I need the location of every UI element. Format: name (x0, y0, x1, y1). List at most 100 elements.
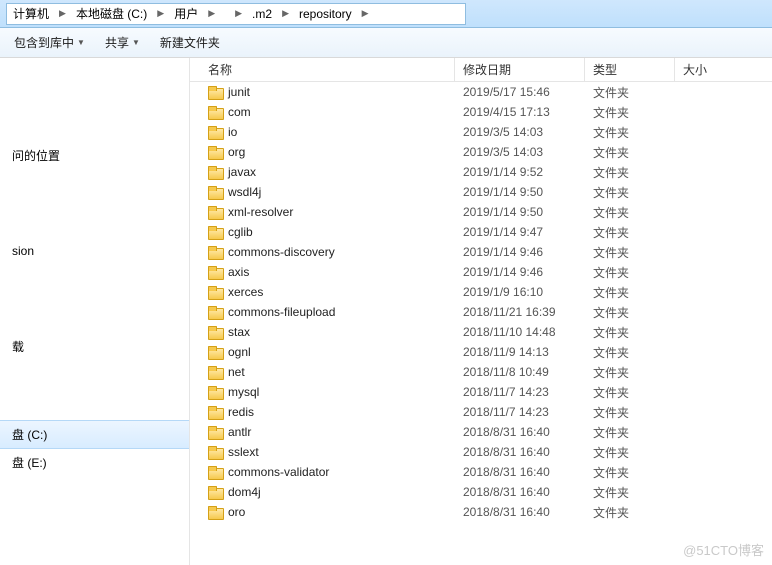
sidebar-item[interactable]: 盘 (C:) (0, 420, 189, 449)
table-row[interactable]: commons-fileupload2018/11/21 16:39文件夹 (190, 302, 772, 322)
cell-type: 文件夹 (585, 284, 675, 301)
column-header-size[interactable]: 大小 (675, 58, 772, 81)
table-row[interactable]: stax2018/11/10 14:48文件夹 (190, 322, 772, 342)
chevron-right-icon[interactable]: ▶ (153, 8, 168, 19)
file-name: xerces (228, 285, 263, 299)
table-row[interactable]: wsdl4j2019/1/14 9:50文件夹 (190, 182, 772, 202)
chevron-right-icon[interactable]: ▶ (358, 8, 373, 19)
sidebar-item[interactable]: 盘 (E:) (0, 449, 189, 476)
cell-date: 2018/11/7 14:23 (455, 405, 585, 419)
table-row[interactable]: xml-resolver 2019/1/14 9:50文件夹 (190, 202, 772, 222)
table-row[interactable]: commons-discovery2019/1/14 9:46文件夹 (190, 242, 772, 262)
column-header-type[interactable]: 类型 (585, 58, 675, 81)
column-header-name[interactable]: 名称 (190, 58, 455, 81)
folder-icon (208, 346, 222, 358)
cell-date: 2019/3/5 14:03 (455, 125, 585, 139)
cell-type: 文件夹 (585, 244, 675, 261)
folder-icon (208, 426, 222, 438)
file-name: commons-fileupload (228, 305, 335, 319)
toolbar-label: 包含到库中 (14, 34, 74, 51)
file-name: net (228, 365, 245, 379)
folder-icon (208, 106, 222, 118)
sidebar-item[interactable]: 问的位置 (0, 142, 189, 169)
folder-icon (208, 86, 222, 98)
column-headers: 名称 修改日期 类型 大小 (190, 58, 772, 82)
column-header-date[interactable]: 修改日期 (455, 58, 585, 81)
new-folder-button[interactable]: 新建文件夹 (150, 30, 230, 55)
table-row[interactable]: io2019/3/5 14:03文件夹 (190, 122, 772, 142)
chevron-down-icon: ▼ (132, 38, 140, 47)
file-name: xml-resolver (228, 205, 293, 219)
sidebar-item[interactable]: 载 (0, 333, 189, 360)
chevron-right-icon[interactable]: ▶ (204, 8, 219, 19)
cell-date: 2019/1/14 9:47 (455, 225, 585, 239)
table-row[interactable]: commons-validator2018/8/31 16:40文件夹 (190, 462, 772, 482)
breadcrumb-segment[interactable]: ▶ (219, 4, 246, 24)
folder-icon (208, 406, 222, 418)
cell-type: 文件夹 (585, 344, 675, 361)
sidebar-spacer (0, 360, 189, 420)
sidebar-item[interactable]: sion (0, 239, 189, 263)
table-row[interactable]: javax2019/1/14 9:52文件夹 (190, 162, 772, 182)
folder-icon (208, 286, 222, 298)
cell-type: 文件夹 (585, 304, 675, 321)
file-name: wsdl4j (228, 185, 261, 199)
breadcrumb[interactable]: 计算机▶本地磁盘 (C:)▶用户▶▶.m2▶repository▶ (6, 3, 466, 25)
cell-date: 2019/1/14 9:50 (455, 205, 585, 219)
file-name: javax (228, 165, 256, 179)
cell-type: 文件夹 (585, 164, 675, 181)
cell-date: 2018/11/10 14:48 (455, 325, 585, 339)
folder-icon (208, 266, 222, 278)
table-row[interactable]: sslext2018/8/31 16:40文件夹 (190, 442, 772, 462)
breadcrumb-segment[interactable]: 计算机▶ (7, 4, 70, 24)
file-name: com (228, 105, 251, 119)
breadcrumb-segment[interactable]: .m2▶ (246, 4, 293, 24)
breadcrumb-segment[interactable]: 用户▶ (168, 4, 219, 24)
table-row[interactable]: axis2019/1/14 9:46文件夹 (190, 262, 772, 282)
cell-type: 文件夹 (585, 384, 675, 401)
cell-name: io (190, 125, 455, 139)
table-row[interactable]: com2019/4/15 17:13文件夹 (190, 102, 772, 122)
breadcrumb-label: repository (293, 7, 358, 21)
cell-type: 文件夹 (585, 204, 675, 221)
cell-type: 文件夹 (585, 264, 675, 281)
folder-icon (208, 386, 222, 398)
cell-type: 文件夹 (585, 124, 675, 141)
table-row[interactable]: mysql2018/11/7 14:23文件夹 (190, 382, 772, 402)
table-row[interactable]: antlr2018/8/31 16:40文件夹 (190, 422, 772, 442)
cell-type: 文件夹 (585, 324, 675, 341)
table-row[interactable]: oro2018/8/31 16:40文件夹 (190, 502, 772, 522)
cell-date: 2019/3/5 14:03 (455, 145, 585, 159)
table-row[interactable]: dom4j2018/8/31 16:40文件夹 (190, 482, 772, 502)
chevron-right-icon[interactable]: ▶ (231, 8, 246, 19)
toolbar-label: 新建文件夹 (160, 34, 220, 51)
breadcrumb-segment[interactable]: repository▶ (293, 4, 373, 24)
folder-icon (208, 326, 222, 338)
chevron-right-icon[interactable]: ▶ (55, 8, 70, 19)
cell-name: org (190, 145, 455, 159)
folder-icon (208, 366, 222, 378)
table-row[interactable]: cglib2019/1/14 9:47文件夹 (190, 222, 772, 242)
chevron-right-icon[interactable]: ▶ (278, 8, 293, 19)
cell-type: 文件夹 (585, 484, 675, 501)
file-name: redis (228, 405, 254, 419)
cell-name: dom4j (190, 485, 455, 499)
cell-name: wsdl4j (190, 185, 455, 199)
toolbar-label: 共享 (105, 34, 129, 51)
cell-name: antlr (190, 425, 455, 439)
table-row[interactable]: junit2019/5/17 15:46文件夹 (190, 82, 772, 102)
cell-type: 文件夹 (585, 224, 675, 241)
file-name: commons-validator (228, 465, 329, 479)
table-row[interactable]: org2019/3/5 14:03文件夹 (190, 142, 772, 162)
file-name: commons-discovery (228, 245, 335, 259)
cell-type: 文件夹 (585, 84, 675, 101)
table-row[interactable]: net2018/11/8 10:49文件夹 (190, 362, 772, 382)
table-row[interactable]: ognl2018/11/9 14:13文件夹 (190, 342, 772, 362)
include-in-library-button[interactable]: 包含到库中 ▼ (4, 30, 95, 55)
sidebar-spacer (0, 82, 189, 142)
table-row[interactable]: xerces2019/1/9 16:10文件夹 (190, 282, 772, 302)
cell-date: 2019/4/15 17:13 (455, 105, 585, 119)
breadcrumb-segment[interactable]: 本地磁盘 (C:)▶ (70, 4, 168, 24)
table-row[interactable]: redis2018/11/7 14:23文件夹 (190, 402, 772, 422)
share-button[interactable]: 共享 ▼ (95, 30, 150, 55)
